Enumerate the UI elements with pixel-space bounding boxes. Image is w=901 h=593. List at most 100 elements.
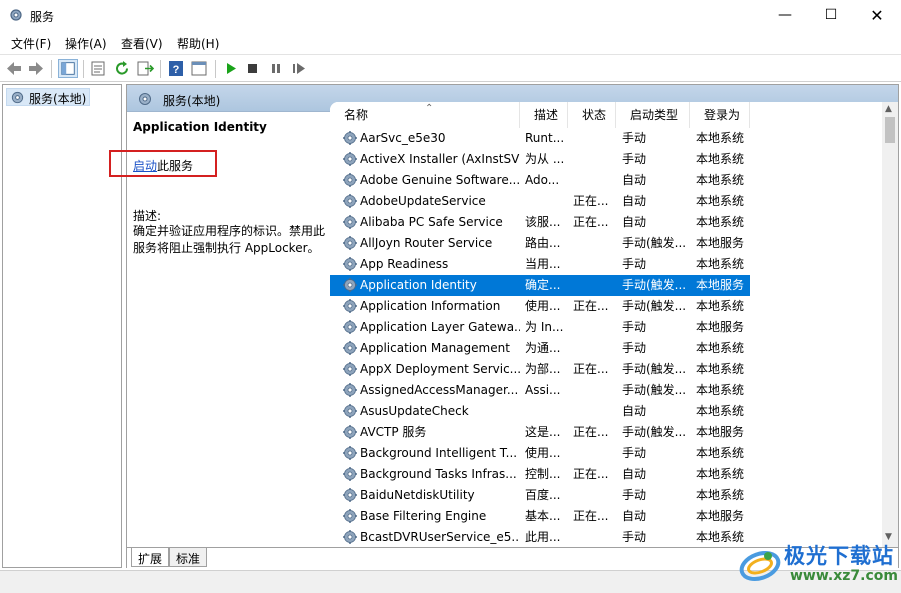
service-status	[573, 275, 615, 296]
service-name: AdobeUpdateService	[360, 194, 486, 208]
start-service-icon[interactable]	[221, 59, 241, 78]
minimize-button[interactable]: —	[762, 0, 808, 31]
service-gear-icon	[342, 424, 358, 440]
service-status	[573, 149, 615, 170]
service-row[interactable]: AVCTP 服务 这是... 正在... 手动(触发... 本地服务	[330, 422, 750, 443]
service-name: AssignedAccessManager...	[360, 383, 519, 397]
help-icon[interactable]: ?	[166, 59, 186, 78]
service-row[interactable]: AssignedAccessManager... Assi... 手动(触发... 本…	[330, 380, 750, 401]
show-hide-tree-icon[interactable]	[58, 59, 78, 78]
service-startup-type: 自动	[622, 509, 647, 523]
window-title: 服务	[30, 10, 55, 24]
service-status	[573, 338, 615, 359]
service-startup-type: 手动	[622, 257, 647, 271]
service-status	[573, 443, 615, 464]
watermark-url: www.xz7.com	[790, 568, 898, 584]
service-name: AllJoyn Router Service	[360, 236, 493, 250]
service-gear-icon	[342, 256, 358, 272]
service-gear-icon	[342, 214, 358, 230]
tree-node-services-local[interactable]: 服务(本地)	[6, 88, 91, 106]
service-status: 正在...	[573, 215, 609, 229]
services-list: 名称 ⌃ 描述 状态 启动类型 登录为 AarSvc_e5e30 Runt... 手…	[330, 102, 898, 547]
service-name: AppX Deployment Servic...	[360, 362, 520, 376]
service-logon-as: 本地系统	[696, 362, 745, 376]
service-row[interactable]: AllJoyn Router Service 路由... 手动(触发... 本地服务	[330, 233, 750, 254]
service-row[interactable]: Background Intelligent T... 使用... 手动 本地系统	[330, 443, 750, 464]
stop-service-icon[interactable]	[243, 59, 263, 78]
service-logon-as: 本地系统	[696, 404, 745, 418]
service-description: 为从 ...	[525, 152, 565, 166]
service-status: 正在...	[573, 467, 609, 481]
service-name: Background Intelligent T...	[360, 446, 518, 460]
scrollbar-thumb[interactable]	[885, 117, 895, 143]
column-logon-as[interactable]: 登录为	[690, 102, 750, 128]
maximize-button[interactable]: ☐	[808, 0, 854, 31]
menu-action[interactable]: 操作(A)	[65, 35, 107, 52]
scroll-up-icon[interactable]: ▲	[885, 104, 892, 114]
service-name: Adobe Genuine Software...	[360, 173, 520, 187]
column-status[interactable]: 状态	[568, 102, 616, 128]
column-startup-type[interactable]: 启动类型	[616, 102, 690, 128]
service-row[interactable]: Application Information 使用... 正在... 手动(触发..…	[330, 296, 750, 317]
service-status	[573, 485, 615, 506]
service-logon-as: 本地系统	[696, 299, 745, 313]
service-description: 这是...	[525, 425, 561, 439]
service-logon-as: 本地服务	[696, 236, 745, 250]
service-row[interactable]: Application Identity 确定... 手动(触发... 本地服务	[330, 275, 750, 296]
service-row[interactable]: Base Filtering Engine 基本... 正在... 自动 本地服务	[330, 506, 750, 527]
service-row[interactable]: AdobeUpdateService 正在... 自动 本地系统	[330, 191, 750, 212]
service-startup-type: 手动(触发...	[622, 236, 687, 250]
service-name: Base Filtering Engine	[360, 509, 487, 523]
mmc-console-icon[interactable]	[189, 59, 209, 78]
service-row[interactable]: AppX Deployment Servic... 为部... 正在... 手动(触发…	[330, 359, 750, 380]
service-startup-type: 手动	[622, 446, 647, 460]
export-list-icon[interactable]	[135, 59, 155, 78]
service-gear-icon	[342, 403, 358, 419]
refresh-icon[interactable]	[112, 59, 132, 78]
forward-arrow-icon[interactable]	[26, 59, 46, 78]
pane-header-title: 服务(本地)	[163, 94, 221, 108]
title-bar: 服务 — ☐ ✕	[0, 0, 901, 31]
service-logon-as: 本地系统	[696, 215, 745, 229]
menu-file[interactable]: 文件(F)	[11, 35, 51, 52]
service-startup-type: 手动	[622, 341, 647, 355]
service-row[interactable]: AsusUpdateCheck 自动 本地系统	[330, 401, 750, 422]
service-row[interactable]: App Readiness 当用... 手动 本地系统	[330, 254, 750, 275]
service-gear-icon	[342, 193, 358, 209]
menu-help[interactable]: 帮助(H)	[177, 35, 219, 52]
service-logon-as: 本地服务	[696, 320, 745, 334]
service-details-panel: Application Identity 启动此服务 描述: 确定并验证应用程序…	[127, 112, 329, 547]
service-name: BaiduNetdiskUtility	[360, 488, 475, 502]
tab-standard[interactable]: 标准	[169, 548, 208, 567]
service-logon-as: 本地服务	[696, 425, 745, 439]
service-row[interactable]: BcastDVRUserService_e5... 此用... 手动 本地系统	[330, 527, 750, 547]
service-status: 正在...	[573, 194, 609, 208]
highlight-box	[109, 150, 217, 177]
service-row[interactable]: Application Management 为通... 手动 本地系统	[330, 338, 750, 359]
service-row[interactable]: AarSvc_e5e30 Runt... 手动 本地系统	[330, 128, 750, 149]
pause-service-icon[interactable]	[266, 59, 286, 78]
menu-view[interactable]: 查看(V)	[121, 35, 163, 52]
properties-icon[interactable]	[88, 59, 108, 78]
service-row[interactable]: Background Tasks Infras... 控制... 正在... 自动 本地…	[330, 464, 750, 485]
selected-service-name: Application Identity	[133, 120, 267, 134]
service-startup-type: 手动	[622, 488, 647, 502]
restart-service-icon[interactable]	[289, 59, 309, 78]
service-gear-icon	[342, 319, 358, 335]
service-gear-icon	[342, 466, 358, 482]
service-description: 控制...	[525, 467, 561, 481]
service-gear-icon	[342, 298, 358, 314]
vertical-scrollbar[interactable]: ▲ ▼	[882, 102, 898, 547]
service-row[interactable]: Application Layer Gatewa... 为 In... 手动 本地服务	[330, 317, 750, 338]
column-description[interactable]: 描述	[520, 102, 568, 128]
service-row[interactable]: BaiduNetdiskUtility 百度... 手动 本地系统	[330, 485, 750, 506]
service-row[interactable]: Alibaba PC Safe Service 该服... 正在... 自动 本地系统	[330, 212, 750, 233]
column-name[interactable]: 名称 ⌃	[330, 102, 520, 128]
service-row[interactable]: ActiveX Installer (AxInstSV) 为从 ... 手动 本地系统	[330, 149, 750, 170]
tab-extended[interactable]: 扩展	[131, 548, 170, 567]
service-row[interactable]: Adobe Genuine Software... Ado... 自动 本地系统	[330, 170, 750, 191]
service-startup-type: 手动(触发...	[622, 362, 687, 376]
back-arrow-icon[interactable]	[4, 59, 24, 78]
service-startup-type: 手动(触发...	[622, 278, 687, 292]
close-button[interactable]: ✕	[854, 0, 900, 31]
